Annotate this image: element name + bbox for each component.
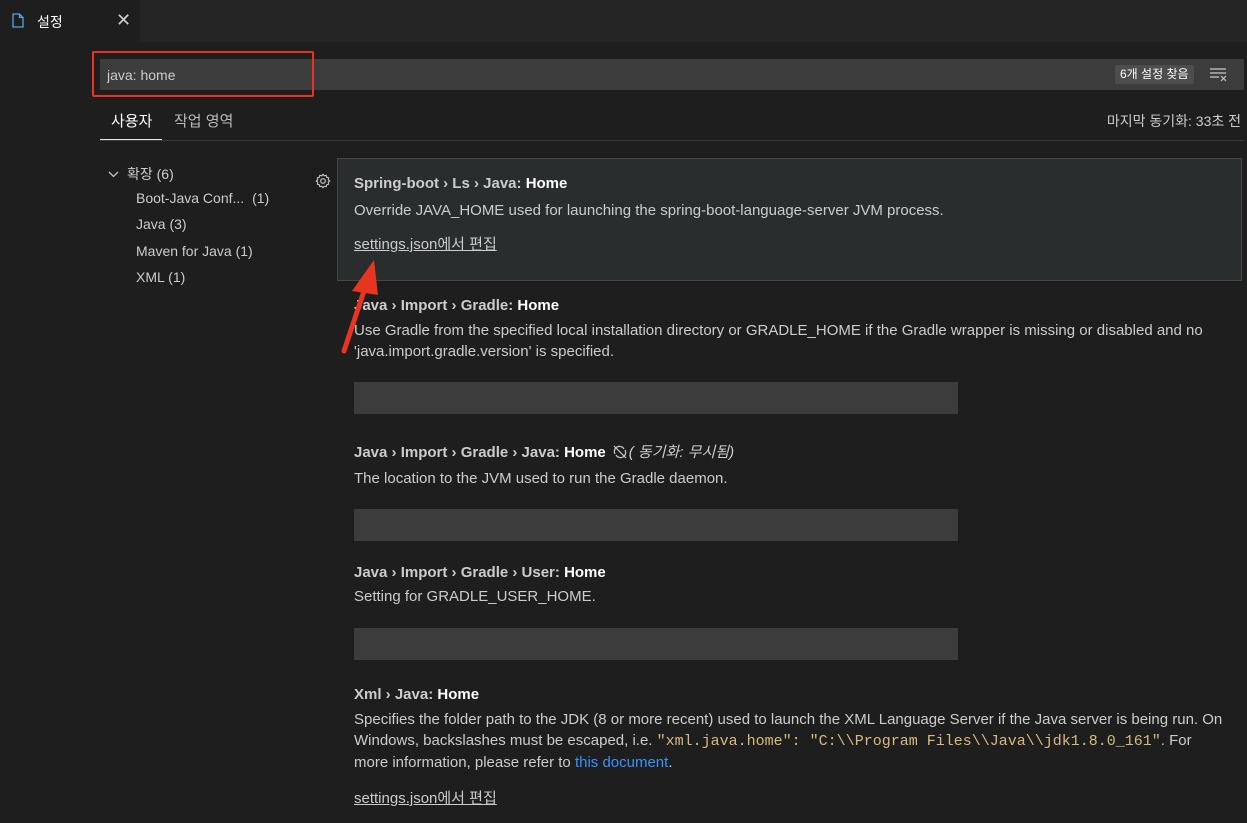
setting-text-input[interactable] xyxy=(354,628,958,660)
tab-user-settings[interactable]: 사용자 xyxy=(111,110,152,131)
setting-category: Java › Import › Gradle › Java: xyxy=(354,444,565,461)
setting-key: Home xyxy=(564,444,606,461)
arrow-annotation-icon xyxy=(341,260,378,354)
file-icon xyxy=(12,13,24,28)
toc-item-count: (1) xyxy=(168,269,186,285)
toc-item-label: Boot-Java Conf... xyxy=(136,190,245,206)
toc-group-extensions[interactable]: 확장 (6) xyxy=(107,164,174,184)
tab-label: 설정 xyxy=(37,14,63,30)
setting-description: Override JAVA_HOME used for launching th… xyxy=(354,202,944,219)
active-tab-underline xyxy=(100,139,162,140)
result-count-badge: 6개 설정 찾음 xyxy=(1115,65,1194,84)
setting-title: Java › Import › Gradle: Home xyxy=(354,297,1224,314)
toc-item-label: XML xyxy=(136,269,165,285)
sync-ignored-icon xyxy=(613,445,627,459)
setting-description: Specifies the folder path to the JDK (8 … xyxy=(354,709,1224,773)
edit-in-settings-json-link[interactable]: settings.json에서 편집 xyxy=(354,787,497,808)
setting-text-input[interactable] xyxy=(354,509,958,541)
description-text: . xyxy=(668,754,673,771)
setting-category: Spring-boot › Ls › Java: xyxy=(354,175,526,192)
tab-workspace-settings[interactable]: 작업 영역 xyxy=(174,110,233,131)
setting-java-import-gradle-java-home: Java › Import › Gradle › Java: Home ( 동기화… xyxy=(354,441,1224,541)
edit-in-settings-json-link[interactable]: settings.json에서 편집 xyxy=(354,233,497,254)
setting-key: Home xyxy=(437,686,480,703)
setting-java-import-gradle-home: Java › Import › Gradle: Home Use Gradle … xyxy=(354,297,1224,414)
toc-item-boot-java[interactable]: Boot-Java Conf... (1) xyxy=(136,190,269,206)
code-example: "xml.java.home": "C:\\Program Files\\Jav… xyxy=(656,733,1161,750)
chevron-down-icon xyxy=(108,171,119,177)
close-icon[interactable]: ✕ xyxy=(116,10,131,30)
clear-filter-icon[interactable] xyxy=(1209,66,1227,82)
toc-item-xml[interactable]: XML (1) xyxy=(136,269,185,285)
toc-group-label: 확장 (6) xyxy=(127,166,174,182)
setting-spring-boot-java-home: Spring-boot › Ls › Java: Home Override J… xyxy=(354,175,1224,254)
toc-item-label: Java xyxy=(136,216,166,232)
toc-item-count: (1) xyxy=(252,190,270,206)
sync-status: 마지막 동기화: 33초 전 xyxy=(1106,113,1241,129)
setting-description: Use Gradle from the specified local inst… xyxy=(354,322,1203,360)
search-highlight-annotation xyxy=(92,51,314,97)
toc-item-maven-for-java[interactable]: Maven for Java (1) xyxy=(136,243,253,259)
setting-title: Xml › Java: Home xyxy=(354,686,1224,703)
documentation-link[interactable]: this document xyxy=(575,754,668,771)
editor-tab-bar: 설정 ✕ xyxy=(0,0,1247,42)
gear-icon[interactable] xyxy=(315,173,331,189)
setting-key: Home xyxy=(525,175,568,192)
setting-key: Home xyxy=(517,297,560,314)
setting-description: Setting for GRADLE_USER_HOME. xyxy=(354,588,596,605)
sync-ignored-text: ( 동기화: 무시됨) xyxy=(628,444,735,461)
scope-divider xyxy=(100,140,1244,141)
toc-item-java[interactable]: Java (3) xyxy=(136,216,187,232)
setting-category: Xml › Java: xyxy=(354,686,438,703)
setting-title: Java › Import › Gradle › Java: Home ( 동기화… xyxy=(354,441,1224,462)
toc-item-count: (1) xyxy=(235,243,253,259)
setting-key: Home xyxy=(564,564,606,581)
setting-java-import-gradle-user-home: Java › Import › Gradle › User: Home Sett… xyxy=(354,564,1224,660)
tab-settings[interactable]: 설정 ✕ xyxy=(0,0,140,42)
setting-description: The location to the JVM used to run the … xyxy=(354,470,728,487)
setting-text-input[interactable] xyxy=(354,382,958,414)
toc-item-count: (3) xyxy=(169,216,187,232)
setting-title: Spring-boot › Ls › Java: Home xyxy=(354,175,1224,192)
sync-ignored-label: ( 동기화: 무시됨) xyxy=(612,444,734,461)
setting-title: Java › Import › Gradle › User: Home xyxy=(354,564,1224,581)
setting-category: Java › Import › Gradle › User: xyxy=(354,564,565,581)
setting-xml-java-home: Xml › Java: Home Specifies the folder pa… xyxy=(354,686,1224,808)
toc-item-label: Maven for Java xyxy=(136,243,232,259)
